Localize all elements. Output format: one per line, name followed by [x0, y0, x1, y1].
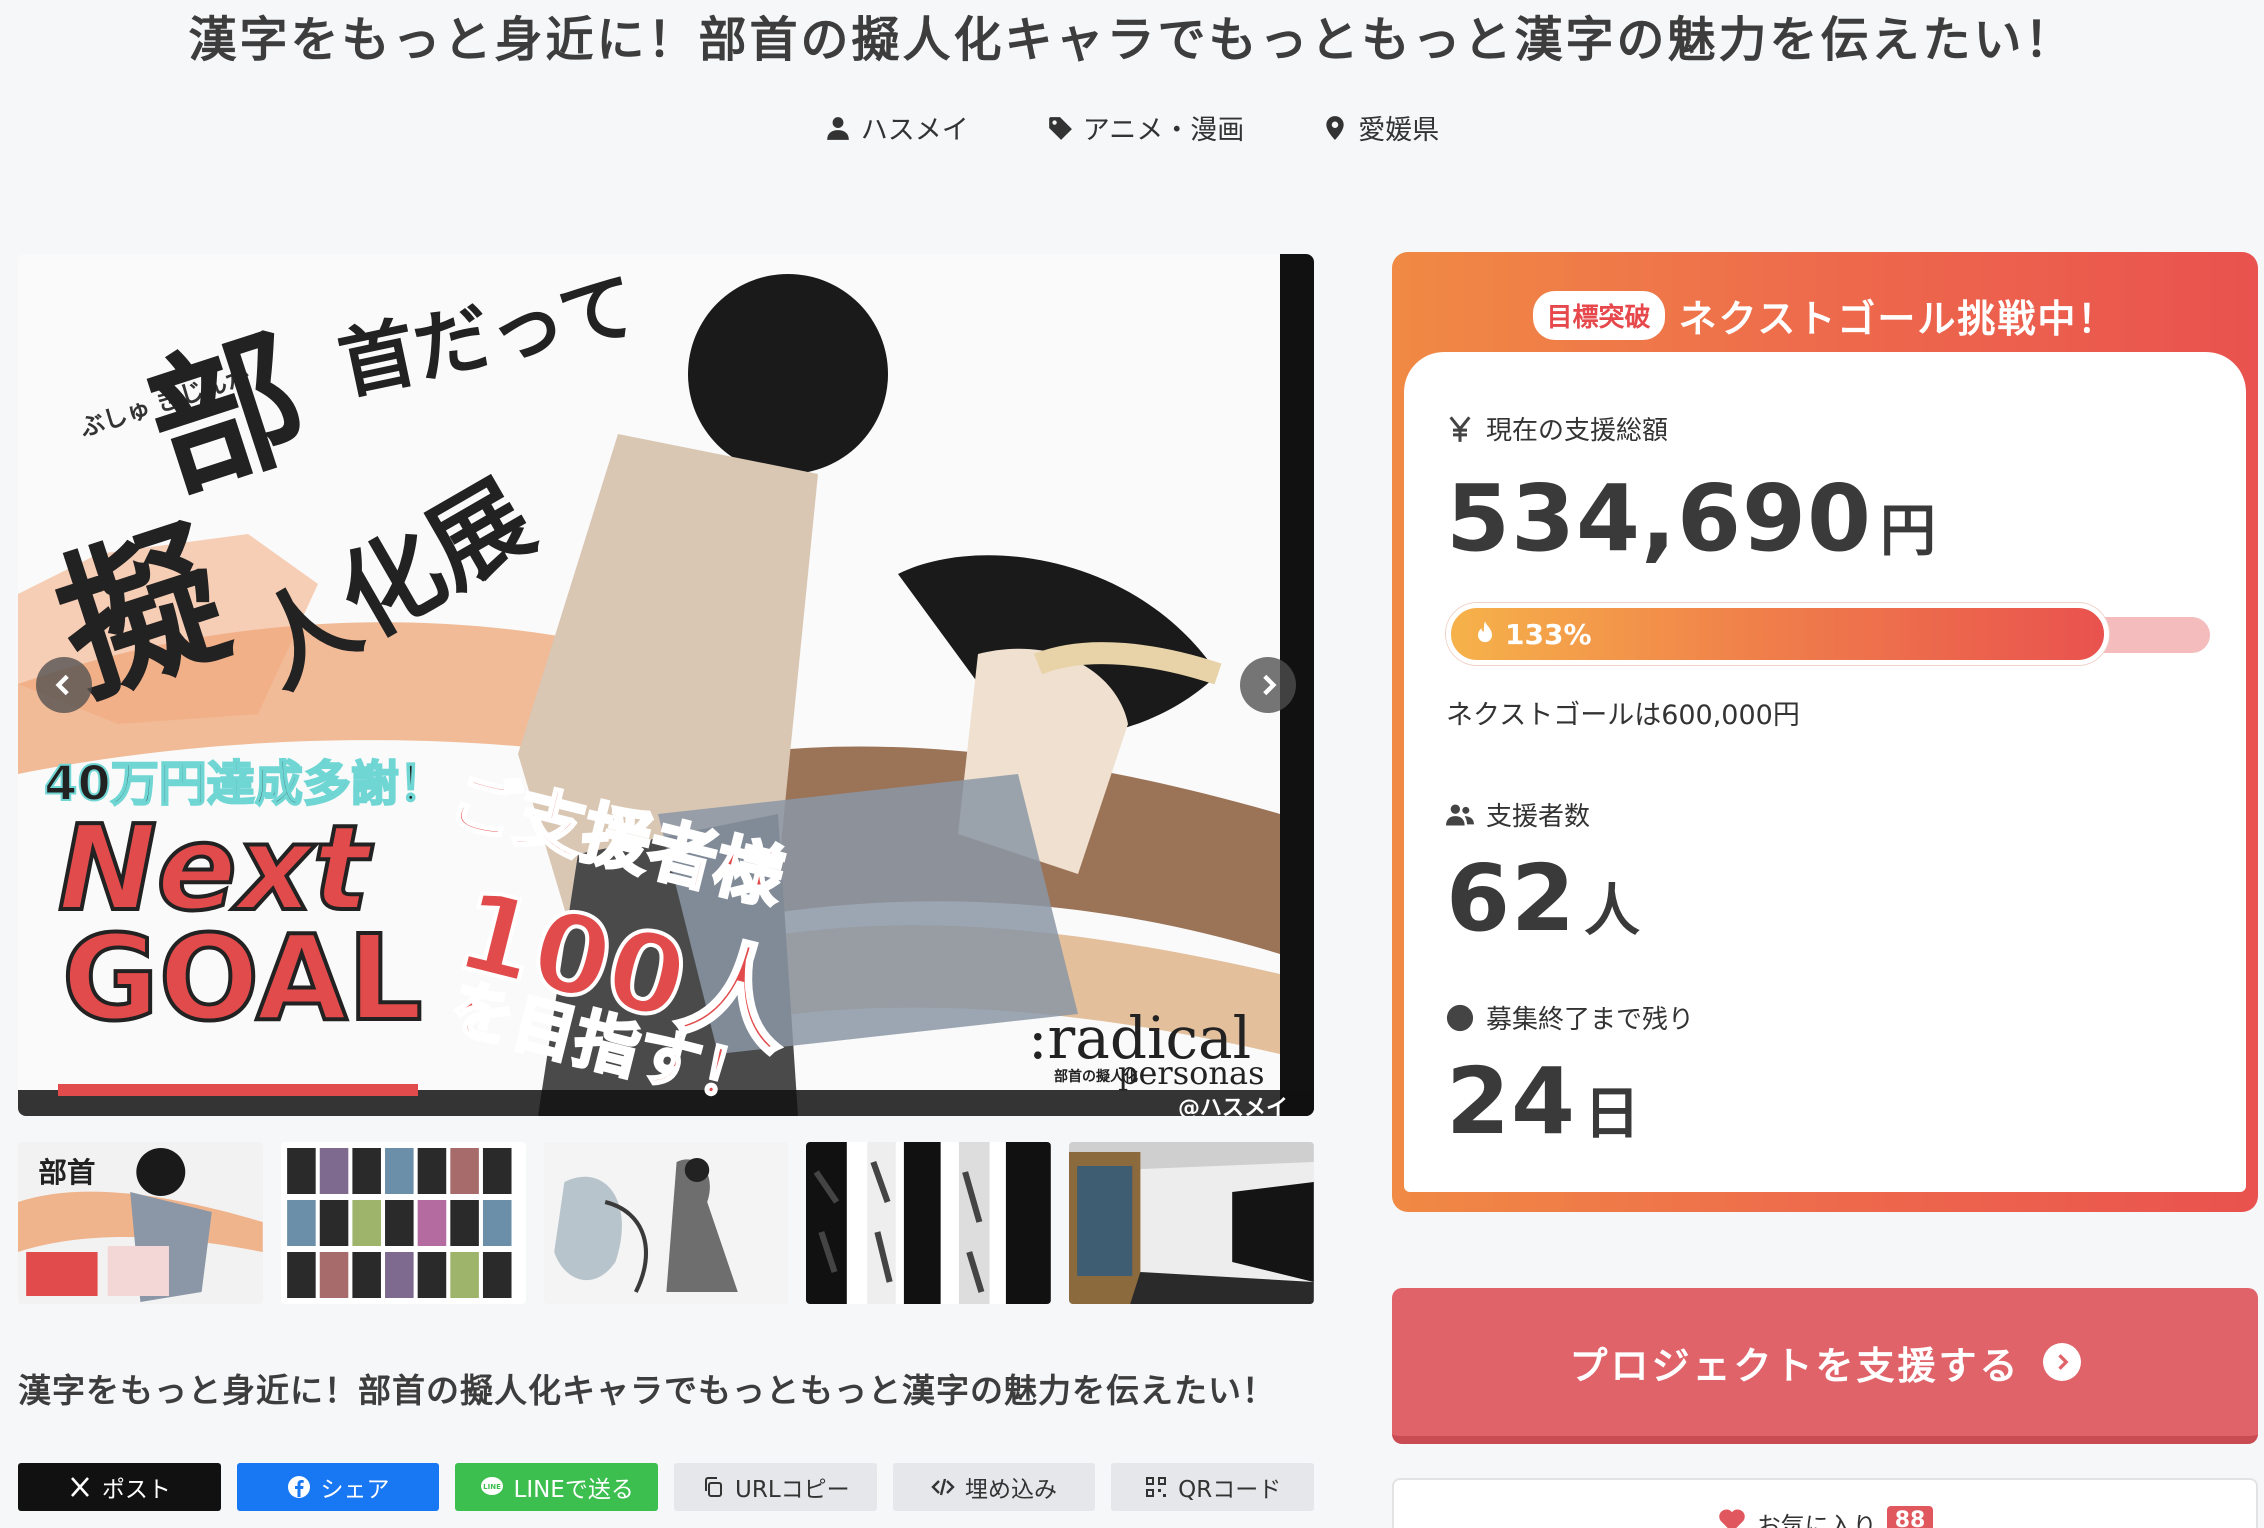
project-page: 漢字をもっと身近に！部首の擬人化キャラでもっともっと漢字の魅力を伝えたい！ ハス…: [0, 0, 2264, 1528]
amount-label-row: 現在の支援総額: [1446, 410, 2204, 447]
favorite-button[interactable]: お気に入り 88: [1392, 1478, 2258, 1528]
thumbnail-1[interactable]: 部首: [18, 1142, 263, 1304]
share-x-button[interactable]: ポスト: [18, 1463, 221, 1511]
x-logo-icon: [70, 1477, 89, 1497]
main-image-carousel[interactable]: ぶしゅ ぎじんか 部 首だって 擬 人化展 40万円達成多謝！ Next GOA…: [18, 254, 1314, 1116]
svg-text:部首: 部首: [38, 1156, 95, 1189]
remaining-label-row: 募集終了まで残り: [1446, 999, 2204, 1036]
supporters-label-row: 支援者数: [1446, 796, 2204, 833]
thumbnail-key-visual: 部首: [18, 1142, 263, 1304]
thumbnail-ink-illustration: [543, 1142, 789, 1304]
supporters-row: 62 人: [1446, 853, 2204, 947]
remaining-value: 24: [1446, 1048, 1577, 1155]
code-icon: [931, 1478, 955, 1496]
remaining-row: 24 日: [1446, 1056, 2204, 1150]
remaining-label: 募集終了まで残り: [1486, 1005, 1695, 1035]
heart-icon: [1718, 1509, 1745, 1528]
clock-icon: [1446, 1004, 1474, 1031]
carousel-next-button[interactable]: [1240, 657, 1296, 713]
embed-button[interactable]: 埋め込み: [892, 1463, 1096, 1511]
embed-label: 埋め込み: [965, 1477, 1058, 1503]
thumbnail-5[interactable]: [1069, 1142, 1314, 1304]
facebook-icon: [287, 1476, 310, 1498]
funding-status-card: 目標突破 ネクストゴール挑戦中！ 現在の支援総額 534,690 円 133% ネ…: [1392, 252, 2258, 1212]
category-link[interactable]: アニメ・漫画: [1047, 108, 1244, 147]
hero-brand-sub: personas: [1118, 1054, 1265, 1092]
copy-url-button[interactable]: URLコピー: [674, 1463, 877, 1511]
progress-percent: 133%: [1505, 617, 1592, 651]
thumbnail-2[interactable]: [280, 1142, 526, 1304]
amount-label: 現在の支援総額: [1486, 416, 1669, 446]
support-button-label: プロジェクトを支援する: [1569, 1343, 2021, 1388]
share-buttons: ポスト シェア LINE LINEで送る URLコピー 埋め込み QRコード: [18, 1463, 1315, 1511]
funding-progress-bar: 133%: [1446, 603, 2210, 665]
share-x-label: ポスト: [101, 1477, 171, 1503]
hero-goal: GOAL: [60, 907, 425, 1049]
flame-icon: [1478, 621, 1492, 643]
thumbnail-venue-photo: [1069, 1142, 1314, 1304]
person-icon: [826, 116, 849, 140]
thumbnail-strip: 部首: [18, 1142, 1314, 1304]
author-name: ハスメイ: [860, 115, 969, 146]
share-line-button[interactable]: LINE LINEで送る: [455, 1463, 659, 1511]
qr-code-label: QRコード: [1178, 1477, 1282, 1503]
amount-row: 534,690 円: [1446, 473, 2204, 567]
chevron-left-icon: [55, 674, 69, 696]
supporters-label: 支援者数: [1486, 802, 1591, 832]
amount-value: 534,690: [1446, 465, 1873, 572]
people-icon: [1446, 804, 1474, 825]
thumbnail-3[interactable]: [543, 1142, 789, 1304]
qr-code-button[interactable]: QRコード: [1111, 1463, 1315, 1511]
location-link[interactable]: 愛媛県: [1322, 108, 1439, 147]
share-facebook-label: シェア: [320, 1477, 390, 1503]
supporters-unit: 人: [1584, 879, 1641, 944]
stats-body: 現在の支援総額 534,690 円 133% ネクストゴールは600,000円 支…: [1404, 352, 2246, 1192]
qr-icon: [1146, 1477, 1167, 1497]
progress-fill: 133%: [1446, 603, 2109, 665]
next-goal-headline: ネクストゴール挑戦中！: [1678, 296, 2118, 341]
next-goal-amount: ネクストゴールは600,000円: [1446, 700, 1800, 731]
author-link[interactable]: ハスメイ: [825, 108, 969, 147]
category-name: アニメ・漫画: [1082, 115, 1245, 146]
copy-url-label: URLコピー: [735, 1477, 850, 1503]
share-facebook-button[interactable]: シェア: [236, 1463, 440, 1511]
tag-icon: [1048, 116, 1072, 140]
location-name: 愛媛県: [1358, 115, 1440, 146]
amount-unit: 円: [1880, 499, 1937, 564]
support-project-button[interactable]: プロジェクトを支援する: [1392, 1288, 2258, 1444]
chevron-right-icon: [2042, 1343, 2081, 1381]
thumbnail-4[interactable]: [806, 1142, 1052, 1304]
favorite-label: お気に入り: [1756, 1512, 1877, 1528]
remaining-unit: 日: [1584, 1082, 1641, 1147]
project-subtitle: 漢字をもっと身近に！部首の擬人化キャラでもっともっと漢字の魅力を伝えたい！: [18, 1371, 1276, 1410]
line-icon: LINE: [480, 1477, 503, 1495]
chevron-right-icon: [1263, 674, 1277, 696]
project-meta: ハスメイ アニメ・漫画 愛媛県: [0, 108, 2264, 147]
location-pin-icon: [1326, 115, 1344, 140]
thumbnail-calligraphy: [806, 1142, 1052, 1304]
favorite-count: 88: [1886, 1506, 1934, 1528]
copy-icon: [705, 1477, 723, 1497]
svg-text:LINE: LINE: [483, 1483, 501, 1491]
goal-achieved-badge: 目標突破: [1532, 290, 1665, 340]
yen-icon: [1449, 415, 1471, 442]
project-title: 漢字をもっと身近に！部首の擬人化キャラでもっともっと漢字の魅力を伝えたい！: [188, 12, 2076, 68]
supporters-value: 62: [1446, 845, 1577, 952]
carousel-prev-button[interactable]: [36, 657, 92, 713]
share-line-label: LINEで送る: [513, 1477, 634, 1503]
thumbnail-character-grid: [280, 1142, 526, 1304]
hero-credit: @ハスメイ: [1178, 1096, 1289, 1116]
